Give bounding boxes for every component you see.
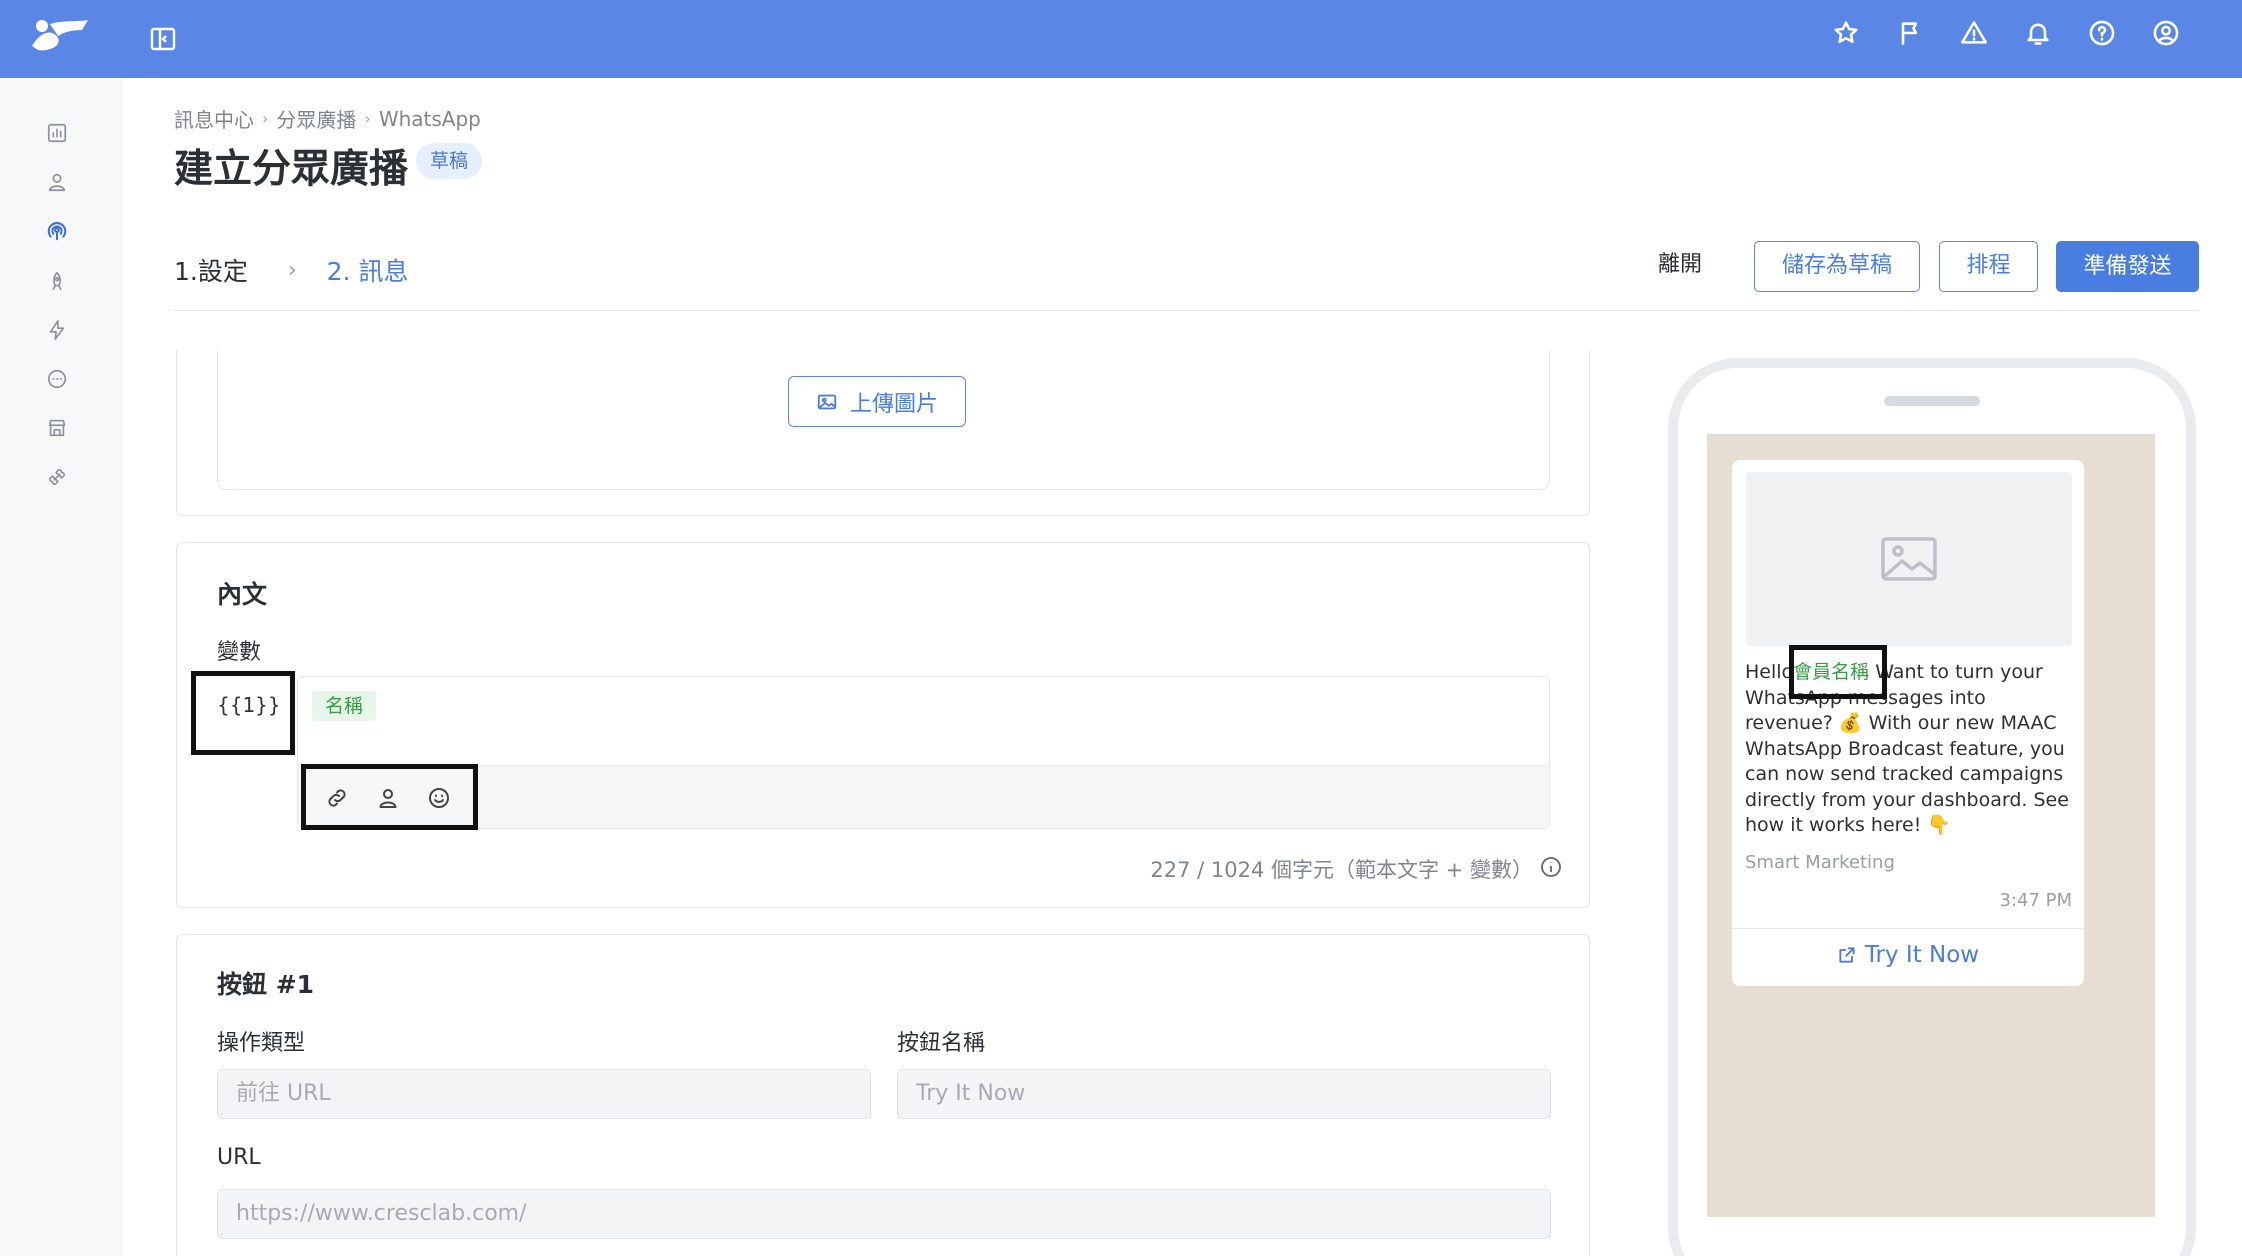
info-icon[interactable] — [1539, 855, 1563, 879]
store-icon[interactable] — [42, 413, 72, 443]
leave-button[interactable]: 離開 — [1644, 240, 1716, 290]
message-bubble: Hello會員名稱 Want to turn your WhatsApp mes… — [1732, 460, 2084, 986]
ready-send-button[interactable]: 準備發送 — [2056, 241, 2199, 292]
url-field[interactable]: https://www.cresclab.com/ — [217, 1189, 1551, 1239]
cta-button[interactable]: Try It Now — [1732, 942, 2084, 968]
user-circle-icon[interactable] — [2150, 17, 2182, 49]
button-card: 按鈕 #1 操作類型 前往 URL 按鈕名稱 Try It Now URL ht… — [176, 934, 1590, 1256]
breadcrumb: 訊息中心 › 分眾廣播 › WhatsApp — [174, 104, 481, 133]
user-icon[interactable] — [42, 167, 72, 197]
upload-image-button[interactable]: 上傳圖片 — [788, 376, 966, 427]
breadcrumb-item: WhatsApp — [378, 106, 481, 131]
chat-icon[interactable] — [42, 364, 72, 394]
upload-area: 上傳圖片 — [217, 350, 1550, 490]
image-icon — [1881, 537, 1937, 581]
image-icon — [817, 394, 837, 409]
highlight-box — [1789, 645, 1887, 699]
image-placeholder — [1746, 472, 2072, 646]
variable-editor[interactable]: 名稱 — [297, 676, 1550, 829]
breadcrumb-item[interactable]: 訊息中心 — [174, 104, 254, 133]
step-settings[interactable]: 1.設定 — [174, 252, 248, 288]
url-label: URL — [217, 1145, 261, 1170]
logo[interactable] — [28, 16, 90, 56]
chevron-right-icon: › — [262, 109, 269, 128]
button-name-label: 按鈕名稱 — [897, 1031, 986, 1056]
page-title: 建立分眾廣播 — [174, 147, 409, 192]
top-navigation-bar — [0, 0, 2242, 78]
bolt-icon[interactable] — [42, 315, 72, 345]
header-media-card: 上傳圖片 — [176, 350, 1590, 516]
integration-icon[interactable] — [42, 462, 72, 492]
body-text-card: 內文 變數 {{1}} 名稱 227 / 1024 個字元（範本文字 + 變數） — [176, 542, 1590, 908]
panel-toggle-icon[interactable] — [148, 24, 178, 54]
section-title: 按鈕 #1 — [217, 970, 315, 999]
greeting-text: Hello — [1745, 661, 1794, 683]
breadcrumb-item[interactable]: 分眾廣播 — [276, 104, 356, 133]
variables-label: 變數 — [217, 640, 262, 665]
name-variable-tag[interactable]: 名稱 — [312, 691, 377, 721]
schedule-button[interactable]: 排程 — [1939, 241, 2038, 292]
editor-toolbar — [298, 765, 1549, 828]
stepper: 1.設定 › 2. 訊息 — [174, 252, 408, 288]
message-footer: Smart Marketing — [1745, 852, 1895, 873]
chevron-right-icon: › — [364, 109, 371, 128]
cta-label: Try It Now — [1864, 942, 1980, 968]
button-name-field[interactable]: Try It Now — [897, 1069, 1551, 1119]
divider — [174, 310, 2199, 311]
action-type-label: 操作類型 — [217, 1031, 306, 1056]
step-message[interactable]: 2. 訊息 — [327, 252, 409, 288]
warning-icon[interactable] — [1958, 17, 1990, 49]
section-title: 內文 — [217, 580, 268, 609]
help-icon[interactable] — [2086, 17, 2118, 49]
upload-image-label: 上傳圖片 — [849, 391, 938, 417]
phone-speaker — [1884, 396, 1980, 406]
external-link-icon — [1839, 947, 1855, 963]
chart-icon[interactable] — [42, 118, 72, 148]
broadcast-icon[interactable] — [42, 216, 72, 246]
status-badge: 草稿 — [416, 143, 483, 179]
flag-icon[interactable] — [1894, 17, 1926, 49]
bell-icon[interactable] — [2022, 17, 2054, 49]
star-icon[interactable] — [1830, 17, 1862, 49]
chevron-right-icon: › — [287, 257, 297, 283]
highlight-box — [301, 764, 478, 830]
save-draft-button[interactable]: 儲存為草稿 — [1754, 241, 1920, 292]
message-time: 3:47 PM — [1999, 890, 2072, 911]
divider — [1732, 928, 2084, 929]
highlight-box — [191, 671, 295, 755]
rocket-icon[interactable] — [42, 266, 72, 296]
sidebar — [0, 78, 122, 1256]
action-type-field[interactable]: 前往 URL — [217, 1069, 871, 1119]
character-count: 227 / 1024 個字元（範本文字 + 變數） — [1150, 858, 1533, 882]
